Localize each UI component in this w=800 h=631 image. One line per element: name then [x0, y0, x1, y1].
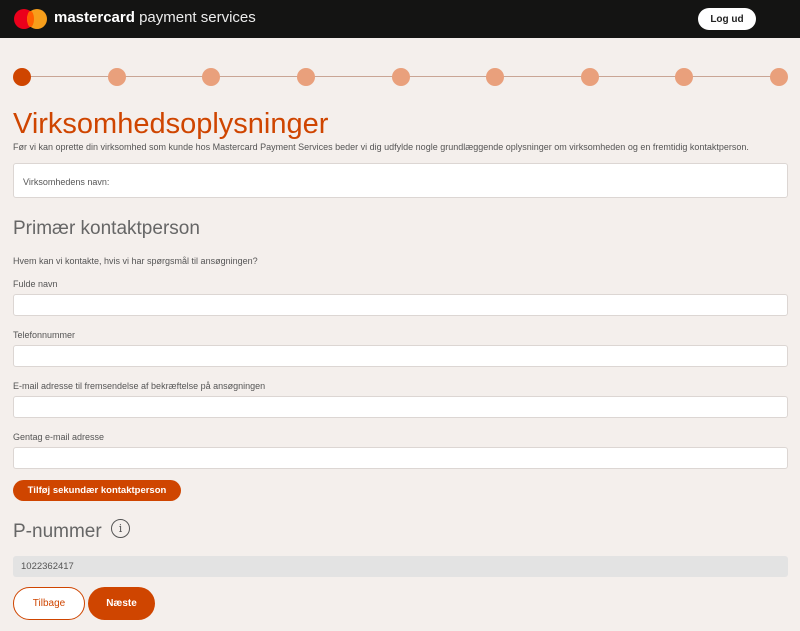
add-secondary-contact-button[interactable]: Tilføj sekundær kontaktperson [13, 480, 181, 501]
email-label: E-mail adresse til fremsendelse af bekræ… [13, 381, 266, 391]
primary-contact-question: Hvem kan vi kontakte, hvis vi har spørgs… [13, 256, 258, 266]
intro-text: Før vi kan oprette din virksomhed som ku… [13, 142, 749, 152]
progress-step-2 [108, 68, 126, 86]
p-number-field [13, 556, 788, 577]
repeat-email-input[interactable] [13, 447, 788, 469]
email-input[interactable] [13, 396, 788, 418]
progress-step-6 [486, 68, 504, 86]
phone-label: Telefonnummer [13, 330, 76, 340]
full-name-label: Fulde navn [13, 279, 58, 289]
progress-step-3 [202, 68, 220, 86]
p-number-heading: P-nummer [13, 521, 102, 542]
back-button[interactable]: Tilbage [13, 587, 85, 620]
next-button[interactable]: Næste [88, 587, 155, 620]
progress-step-8 [675, 68, 693, 86]
progress-step-4 [297, 68, 315, 86]
brand-name: mastercard payment services [54, 9, 256, 27]
progress-step-7 [581, 68, 599, 86]
repeat-email-label: Gentag e-mail adresse [13, 432, 105, 442]
company-name-input[interactable] [124, 169, 774, 193]
top-bar: mastercard payment services Log ud [0, 0, 800, 38]
mastercard-logo [14, 9, 48, 29]
phone-input[interactable] [13, 345, 788, 367]
progress-step-9 [770, 68, 788, 86]
brand-light: payment services [139, 9, 256, 26]
company-name-label: Virksomhedens navn: [23, 177, 110, 187]
page-title: Virksomhedsoplysninger [13, 108, 329, 140]
progress-step-5 [392, 68, 410, 86]
info-icon[interactable]: i [111, 519, 130, 538]
full-name-input[interactable] [13, 294, 788, 316]
company-name-field[interactable]: Virksomhedens navn: [13, 163, 788, 198]
logout-button[interactable]: Log ud [698, 8, 756, 30]
progress-step-1 [13, 68, 31, 86]
primary-contact-heading: Primær kontaktperson [13, 218, 200, 239]
brand-bold: mastercard [54, 9, 135, 26]
